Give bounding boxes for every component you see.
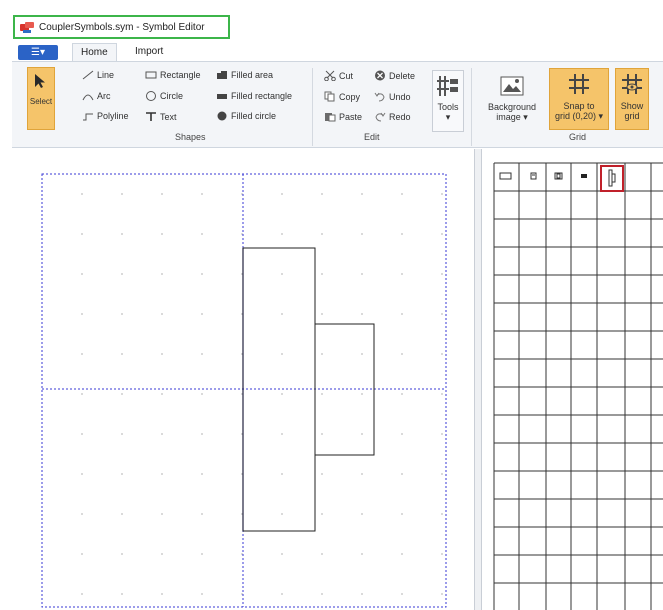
tools-button[interactable]: Tools ▾ <box>432 70 464 132</box>
show-grid-button[interactable]: Show grid <box>615 68 649 130</box>
grid-snap-icon <box>569 74 589 94</box>
cut-label: Cut <box>339 70 354 81</box>
cut-button[interactable]: Cut <box>324 70 353 81</box>
image-icon <box>500 76 524 96</box>
tab-home[interactable]: Home <box>72 43 117 62</box>
arc-icon <box>82 94 94 101</box>
line-button[interactable]: Line <box>82 70 114 80</box>
text-icon <box>146 112 156 121</box>
tools-dropdown-arrow: ▾ <box>445 112 451 122</box>
polyline-button[interactable]: Polyline <box>82 111 129 121</box>
arc-label: Arc <box>97 91 111 101</box>
rectangle-button[interactable]: Rectangle <box>145 70 201 80</box>
tab-import[interactable]: Import <box>127 43 171 62</box>
circle-button[interactable]: Circle <box>145 91 183 101</box>
window-title: CouplerSymbols.sym - Symbol Editor <box>39 21 205 33</box>
filled-rectangle-button[interactable]: Filled rectangle <box>216 91 292 101</box>
filled-area-icon <box>217 71 227 79</box>
circle-label: Circle <box>160 91 184 101</box>
arc-button[interactable]: Arc <box>82 91 111 101</box>
background-image-button[interactable]: Background image ▾ <box>482 68 542 130</box>
delete-button[interactable]: Delete <box>374 70 415 81</box>
text-label: Text <box>160 111 177 122</box>
window-title-box: CouplerSymbols.sym - Symbol Editor <box>13 15 230 39</box>
rectangle-label: Rectangle <box>160 70 201 80</box>
palette-symbol-2[interactable] <box>530 172 537 180</box>
background-label-2: image ▾ <box>496 112 528 122</box>
undo-label: Undo <box>389 91 411 102</box>
delete-label: Delete <box>389 70 416 81</box>
line-label: Line <box>97 70 115 80</box>
show-label-2: grid <box>624 111 640 121</box>
copy-icon <box>324 91 335 102</box>
show-label-1: Show <box>620 101 644 111</box>
snap-label-1: Snap to <box>563 101 595 111</box>
redo-label: Redo <box>389 111 411 122</box>
polyline-icon <box>83 113 93 121</box>
tools-icon <box>437 76 458 96</box>
undo-icon <box>374 92 385 102</box>
redo-button[interactable]: Redo <box>374 111 411 122</box>
edit-group-label: Edit <box>364 132 380 142</box>
app-icon <box>20 21 34 33</box>
separator <box>312 68 313 146</box>
copy-button[interactable]: Copy <box>324 91 360 102</box>
paste-icon <box>325 113 336 122</box>
circle-icon <box>146 91 156 101</box>
palette-symbol-5-selected[interactable] <box>600 165 624 192</box>
tools-label: Tools <box>437 102 459 112</box>
filled-circle-label: Filled circle <box>231 111 277 121</box>
drawing-canvas[interactable] <box>12 149 475 610</box>
select-label: Select <box>29 97 53 106</box>
filled-area-label: Filled area <box>231 70 274 80</box>
symbol-boundary <box>41 173 447 608</box>
grid-group-label: Grid <box>569 132 587 142</box>
paste-button[interactable]: Paste <box>324 111 362 122</box>
snap-label-2: grid (0,20) ▾ <box>554 111 604 121</box>
ribbon-tabs: ☰▾ Home Import <box>12 43 663 62</box>
title-bar: CouplerSymbols.sym - Symbol Editor <box>0 0 663 39</box>
shapes-group-label: Shapes <box>175 132 206 142</box>
symbol-palette <box>481 149 663 610</box>
rectangle-icon <box>145 71 157 79</box>
palette-symbol-3[interactable] <box>554 172 563 180</box>
menu-icon: ☰▾ <box>31 47 45 58</box>
filled-rectangle-label: Filled rectangle <box>231 91 293 101</box>
canvas-svg <box>41 173 447 608</box>
application-menu-button[interactable]: ☰▾ <box>18 45 58 60</box>
filled-circle-button[interactable]: Filled circle <box>216 111 276 121</box>
line-icon <box>82 70 94 80</box>
filled-area-button[interactable]: Filled area <box>216 70 273 80</box>
filled-rectangle-icon <box>217 94 227 99</box>
ribbon: Select Line Arc Polyline Rectangle Circl… <box>12 61 663 148</box>
cursor-arrow-icon <box>35 74 45 88</box>
select-button[interactable]: Select <box>27 67 55 130</box>
polyline-label: Polyline <box>97 111 129 121</box>
paste-label: Paste <box>339 111 363 122</box>
palette-grid <box>493 162 663 610</box>
show-grid-icon <box>622 74 642 94</box>
separator <box>471 68 472 146</box>
redo-icon <box>375 112 386 122</box>
undo-button[interactable]: Undo <box>374 91 411 102</box>
text-button[interactable]: Text <box>145 111 177 122</box>
background-label-1: Background <box>487 102 537 112</box>
palette-symbol-4[interactable] <box>581 174 587 178</box>
palette-svg <box>493 162 663 610</box>
snap-to-grid-button[interactable]: Snap to grid (0,20) ▾ <box>549 68 609 130</box>
delete-icon <box>375 70 385 81</box>
palette-symbol-1[interactable] <box>499 172 512 180</box>
scissors-icon <box>324 70 336 81</box>
copy-label: Copy <box>339 91 361 102</box>
grid-dots <box>81 193 443 595</box>
filled-circle-icon <box>217 111 227 121</box>
